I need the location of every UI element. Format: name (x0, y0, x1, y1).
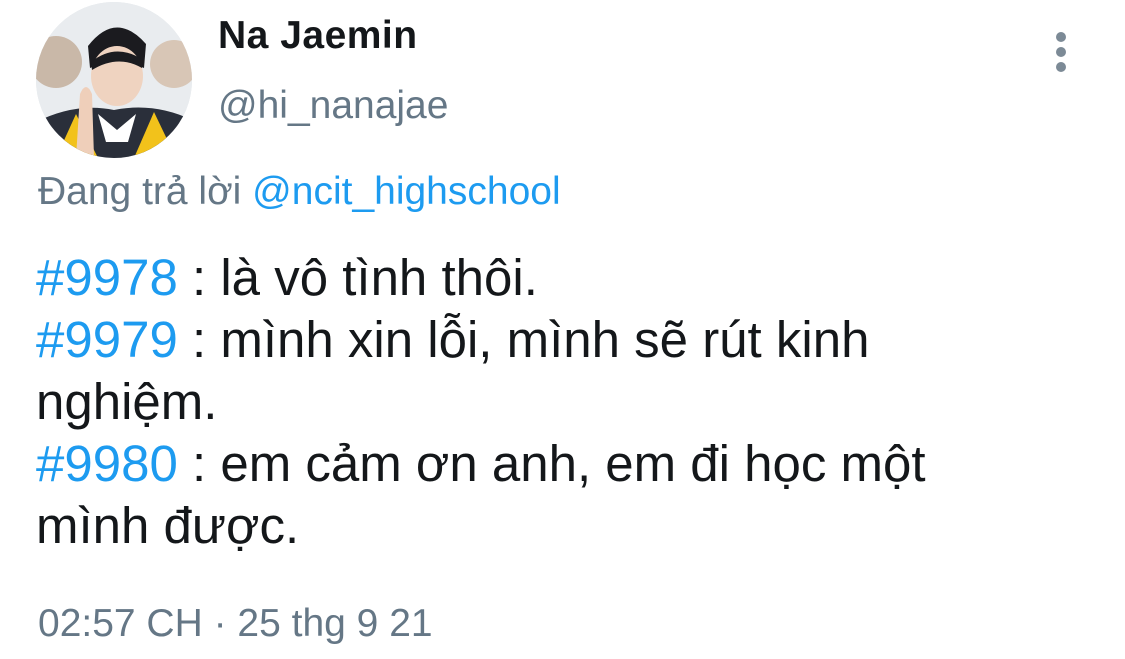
reply-context: Đang trả lời @ncit_highschool (38, 170, 561, 214)
hashtag-link[interactable]: #9978 (36, 249, 178, 306)
tweet-line: #9980 : em cảm ơn anh, em đi học một (36, 433, 1076, 495)
tweet-line: nghiệm. (36, 371, 1076, 433)
tweet-line-text: : là vô tình thôi. (177, 249, 538, 306)
more-options-button[interactable] (1040, 26, 1084, 76)
tweet-text: #9978 : là vô tình thôi. #9979 : mình xi… (36, 247, 1076, 557)
tweet-line-text: mình được. (36, 497, 300, 554)
hashtag-link[interactable]: #9979 (36, 311, 178, 368)
reply-mention-link[interactable]: @ncit_highschool (252, 170, 560, 213)
tweet-line: #9979 : mình xin lỗi, mình sẽ rút kinh (36, 309, 1076, 371)
tweet-timestamp[interactable]: 02:57 CH · 25 thg 9 21 (38, 602, 433, 646)
avatar[interactable] (36, 2, 192, 158)
display-name[interactable]: Na Jaemin (218, 14, 418, 58)
tweet-line-text: : em cảm ơn anh, em đi học một (177, 435, 926, 492)
tweet-line-text: nghiệm. (36, 373, 218, 430)
tweet-line-text: : mình xin lỗi, mình sẽ rút kinh (177, 311, 870, 368)
tweet-line: #9978 : là vô tình thôi. (36, 247, 1076, 309)
reply-prefix: Đang trả lời (38, 170, 242, 213)
hashtag-link[interactable]: #9980 (36, 435, 178, 492)
tweet-line: mình được. (36, 495, 1076, 557)
user-handle[interactable]: @hi_nanajae (218, 84, 448, 128)
profile-photo-icon (36, 2, 192, 158)
